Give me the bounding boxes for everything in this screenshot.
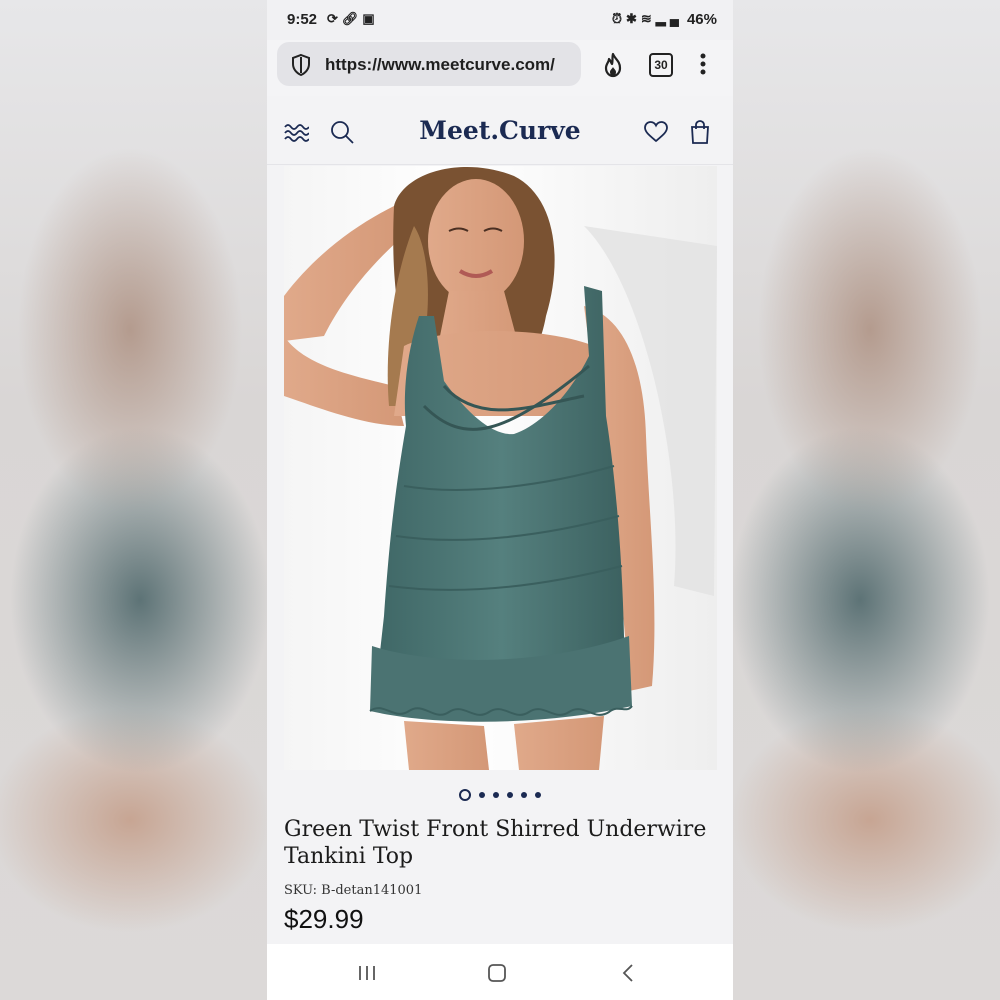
carousel-dot[interactable] <box>493 791 499 798</box>
bluetooth-icon: ✱ <box>625 11 641 26</box>
product-image[interactable] <box>284 166 717 770</box>
back-icon[interactable] <box>621 963 635 988</box>
product-sku: SKU: B-detan141001 <box>284 883 423 898</box>
status-left-icons: ⟳🔗︎▣ <box>327 11 379 27</box>
image-carousel-dots <box>267 786 733 801</box>
system-navigation-bar <box>267 944 733 1000</box>
status-time: 9:52 <box>287 11 318 28</box>
recent-apps-icon[interactable] <box>357 964 377 987</box>
fire-icon[interactable] <box>601 52 625 83</box>
link-icon: 🔗︎ <box>341 11 363 26</box>
tab-count-button[interactable]: 30 <box>649 53 673 77</box>
status-bar: 9:52 ⟳🔗︎▣ ⏰︎✱≋▂▄ 46% <box>267 0 733 40</box>
carousel-dot[interactable] <box>479 791 485 798</box>
sync-icon: ⟳ <box>327 11 342 26</box>
product-price: $29.99 <box>284 904 364 934</box>
home-icon[interactable] <box>487 963 507 988</box>
wifi-icon: ≋ <box>640 11 656 26</box>
url-text[interactable]: https://www.meetcurve.com/ <box>325 55 555 75</box>
gallery-icon: ▣ <box>362 11 379 26</box>
carousel-dot[interactable] <box>535 791 541 798</box>
shield-icon[interactable] <box>289 53 313 82</box>
carousel-dot[interactable] <box>459 788 471 801</box>
carousel-dot[interactable] <box>521 791 527 798</box>
carousel-dot[interactable] <box>507 791 513 798</box>
product-title: Green Twist Front Shirred Underwire Tank… <box>284 817 707 869</box>
site-header: Meet.Curve <box>267 100 733 165</box>
battery-level: 46% <box>686 11 717 28</box>
address-bar[interactable]: https://www.meetcurve.com/ <box>277 42 581 86</box>
signal-icon: ▂▄ <box>655 11 683 26</box>
phone-screen: 9:52 ⟳🔗︎▣ ⏰︎✱≋▂▄ 46% https://www.meetcur… <box>267 0 733 1000</box>
heart-icon[interactable] <box>643 120 669 149</box>
shopping-bag-icon[interactable] <box>689 119 711 150</box>
status-right-icons: ⏰︎✱≋▂▄ <box>612 11 683 27</box>
browser-toolbar: https://www.meetcurve.com/ 30 <box>267 40 733 96</box>
more-options-icon[interactable] <box>699 52 707 81</box>
alarm-icon: ⏰︎ <box>611 11 626 26</box>
product-photo-illustration <box>284 167 717 770</box>
